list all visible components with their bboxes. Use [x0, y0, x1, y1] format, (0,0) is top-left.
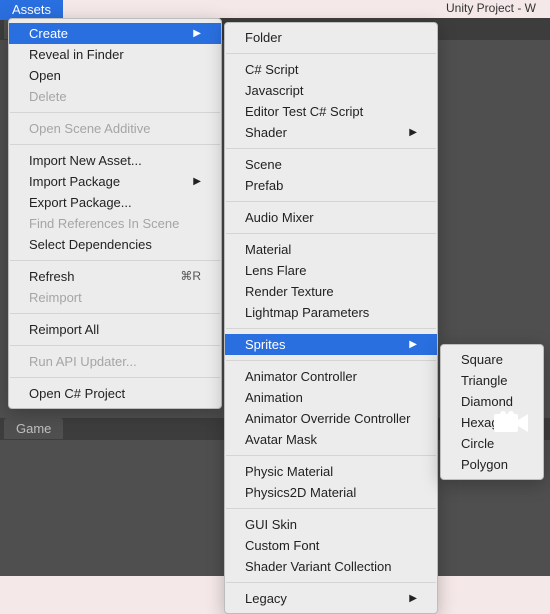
menu-item-sprites[interactable]: Sprites ▶	[225, 334, 437, 355]
submenu-arrow-icon: ▶	[385, 590, 417, 607]
menu-item-open-scene-additive: Open Scene Additive	[9, 118, 221, 139]
menu-item-open[interactable]: Open	[9, 65, 221, 86]
menu-item-lightmap-parameters[interactable]: Lightmap Parameters	[225, 302, 437, 323]
menu-label: Sprites	[245, 336, 285, 353]
menu-separator	[226, 233, 436, 234]
menu-item-lens-flare[interactable]: Lens Flare	[225, 260, 437, 281]
camera-icon	[494, 410, 530, 436]
menu-separator	[10, 377, 220, 378]
assets-menu-button[interactable]: Assets	[0, 0, 63, 20]
menu-item-refresh[interactable]: Refresh ⌘R	[9, 266, 221, 287]
menu-label: Legacy	[245, 590, 287, 607]
menu-item-circle[interactable]: Circle	[441, 433, 543, 454]
menu-separator	[226, 53, 436, 54]
menu-label: Create	[29, 25, 68, 42]
menu-item-folder[interactable]: Folder	[225, 27, 437, 48]
menu-item-gui-skin[interactable]: GUI Skin	[225, 514, 437, 535]
menu-item-find-references: Find References In Scene	[9, 213, 221, 234]
menu-item-select-dependencies[interactable]: Select Dependencies	[9, 234, 221, 255]
menu-separator	[10, 345, 220, 346]
menu-separator	[10, 313, 220, 314]
menu-item-scene[interactable]: Scene	[225, 154, 437, 175]
submenu-arrow-icon: ▶	[169, 173, 201, 190]
menu-item-export-package[interactable]: Export Package...	[9, 192, 221, 213]
menu-separator	[10, 260, 220, 261]
menu-item-physic-material[interactable]: Physic Material	[225, 461, 437, 482]
menu-separator	[226, 360, 436, 361]
menu-item-run-api-updater: Run API Updater...	[9, 351, 221, 372]
menu-separator	[226, 455, 436, 456]
create-submenu: Folder C# Script Javascript Editor Test …	[224, 22, 438, 614]
menu-separator	[10, 144, 220, 145]
menu-separator	[226, 508, 436, 509]
menu-label: Shader	[245, 124, 287, 141]
menu-item-javascript[interactable]: Javascript	[225, 80, 437, 101]
menu-item-import-package[interactable]: Import Package ▶	[9, 171, 221, 192]
menu-item-diamond[interactable]: Diamond	[441, 391, 543, 412]
menu-item-prefab[interactable]: Prefab	[225, 175, 437, 196]
menu-separator	[10, 112, 220, 113]
menu-item-material[interactable]: Material	[225, 239, 437, 260]
menu-item-animator-controller[interactable]: Animator Controller	[225, 366, 437, 387]
menu-separator	[226, 328, 436, 329]
menu-item-editor-test-script[interactable]: Editor Test C# Script	[225, 101, 437, 122]
menu-item-reimport-all[interactable]: Reimport All	[9, 319, 221, 340]
menu-item-reveal-in-finder[interactable]: Reveal in Finder	[9, 44, 221, 65]
menu-item-polygon[interactable]: Polygon	[441, 454, 543, 475]
menu-item-audio-mixer[interactable]: Audio Mixer	[225, 207, 437, 228]
window-title: Unity Project - W	[446, 1, 536, 15]
menu-item-open-csharp-project[interactable]: Open C# Project	[9, 383, 221, 404]
menu-item-shader[interactable]: Shader ▶	[225, 122, 437, 143]
assets-menu: Create ▶ Reveal in Finder Open Delete Op…	[8, 18, 222, 409]
menu-item-triangle[interactable]: Triangle	[441, 370, 543, 391]
menu-separator	[226, 201, 436, 202]
menu-separator	[226, 148, 436, 149]
menu-label: Import Package	[29, 173, 120, 190]
menu-item-custom-font[interactable]: Custom Font	[225, 535, 437, 556]
menu-item-animation[interactable]: Animation	[225, 387, 437, 408]
menu-item-delete: Delete	[9, 86, 221, 107]
menu-item-reimport: Reimport	[9, 287, 221, 308]
game-tab[interactable]: Game	[4, 418, 63, 439]
submenu-arrow-icon: ▶	[385, 124, 417, 141]
menu-item-avatar-mask[interactable]: Avatar Mask	[225, 429, 437, 450]
menu-item-animator-override[interactable]: Animator Override Controller	[225, 408, 437, 429]
menu-item-legacy[interactable]: Legacy ▶	[225, 588, 437, 609]
menu-item-csharp-script[interactable]: C# Script	[225, 59, 437, 80]
submenu-arrow-icon: ▶	[385, 336, 417, 353]
menu-item-render-texture[interactable]: Render Texture	[225, 281, 437, 302]
submenu-arrow-icon: ▶	[169, 25, 201, 42]
menu-separator	[226, 582, 436, 583]
menu-item-square[interactable]: Square	[441, 349, 543, 370]
menu-item-import-new-asset[interactable]: Import New Asset...	[9, 150, 221, 171]
menu-label: Refresh	[29, 268, 75, 285]
menu-item-physics2d-material[interactable]: Physics2D Material	[225, 482, 437, 503]
menu-shortcut: ⌘R	[156, 268, 201, 285]
menu-item-create[interactable]: Create ▶	[9, 23, 221, 44]
menu-item-shader-variant[interactable]: Shader Variant Collection	[225, 556, 437, 577]
